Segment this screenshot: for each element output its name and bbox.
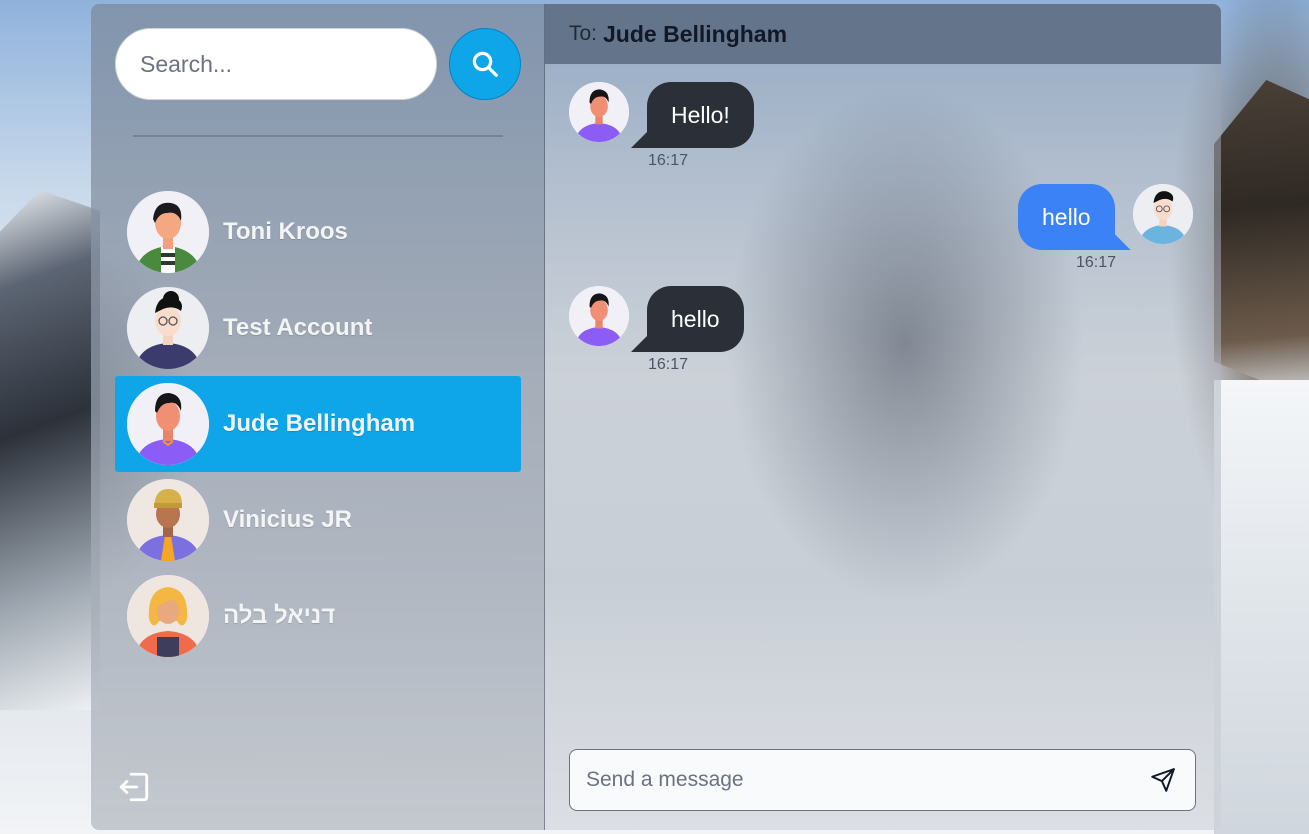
message-text: hello — [1042, 203, 1091, 230]
logout-button[interactable] — [117, 770, 151, 804]
background-snow-right — [1214, 380, 1309, 834]
chat-app-window: Toni Kroos Test Account — [91, 4, 1221, 830]
recipient-label: To: — [569, 22, 598, 45]
contact-name: Test Account — [223, 314, 373, 341]
avatar — [127, 479, 209, 561]
avatar — [127, 191, 209, 273]
message-text: Hello! — [671, 101, 730, 128]
send-icon — [1151, 768, 1175, 792]
message-time: 16:17 — [648, 152, 689, 169]
search-button[interactable] — [449, 28, 521, 100]
background-mountain-right — [1214, 80, 1309, 400]
background-blur — [725, 84, 1085, 604]
logout-icon — [119, 772, 149, 802]
search-icon — [472, 51, 498, 77]
avatar — [569, 286, 629, 346]
message-bubble: hello — [647, 286, 744, 352]
search-input[interactable] — [115, 28, 437, 100]
message-bubble: Hello! — [647, 82, 754, 148]
avatar — [1132, 184, 1193, 244]
message-input[interactable] — [586, 768, 1147, 792]
contact-item-test-account[interactable]: Test Account — [115, 280, 521, 376]
search-row — [115, 28, 521, 100]
send-button[interactable] — [1147, 764, 1179, 796]
contact-list: Toni Kroos Test Account Jude Bellingham … — [115, 184, 521, 664]
contact-item-toni-kroos[interactable]: Toni Kroos — [115, 184, 521, 280]
contact-name: דניאל בלה — [223, 602, 336, 629]
background-mountain-left — [0, 190, 100, 710]
contact-name: Jude Bellingham — [223, 410, 416, 437]
chat-panel: To: Jude Bellingham Hello! 16:17 hello 1… — [545, 4, 1221, 830]
chat-header: To: Jude Bellingham — [545, 4, 1221, 64]
avatar — [127, 383, 209, 465]
recipient-name: Jude Bellingham — [603, 20, 788, 47]
message-composer — [569, 749, 1196, 811]
message-time: 16:17 — [648, 356, 689, 373]
message-bubble: hello — [1018, 184, 1115, 250]
message-text: hello — [671, 305, 720, 332]
contact-name: Toni Kroos — [223, 218, 348, 245]
contact-item-vinicius-jr[interactable]: Vinicius JR — [115, 472, 521, 568]
contact-item-daniel[interactable]: דניאל בלה — [115, 568, 521, 664]
message-incoming: hello — [569, 286, 744, 352]
sidebar: Toni Kroos Test Account — [91, 4, 545, 830]
message-incoming: Hello! — [569, 82, 754, 148]
sidebar-divider — [133, 135, 503, 137]
contact-item-jude-bellingham[interactable]: Jude Bellingham — [115, 376, 521, 472]
avatar — [127, 287, 209, 369]
message-outgoing: hello — [1018, 184, 1193, 250]
avatar — [569, 82, 629, 142]
message-time: 16:17 — [1076, 254, 1117, 271]
avatar — [127, 575, 209, 657]
contact-name: Vinicius JR — [223, 506, 352, 533]
